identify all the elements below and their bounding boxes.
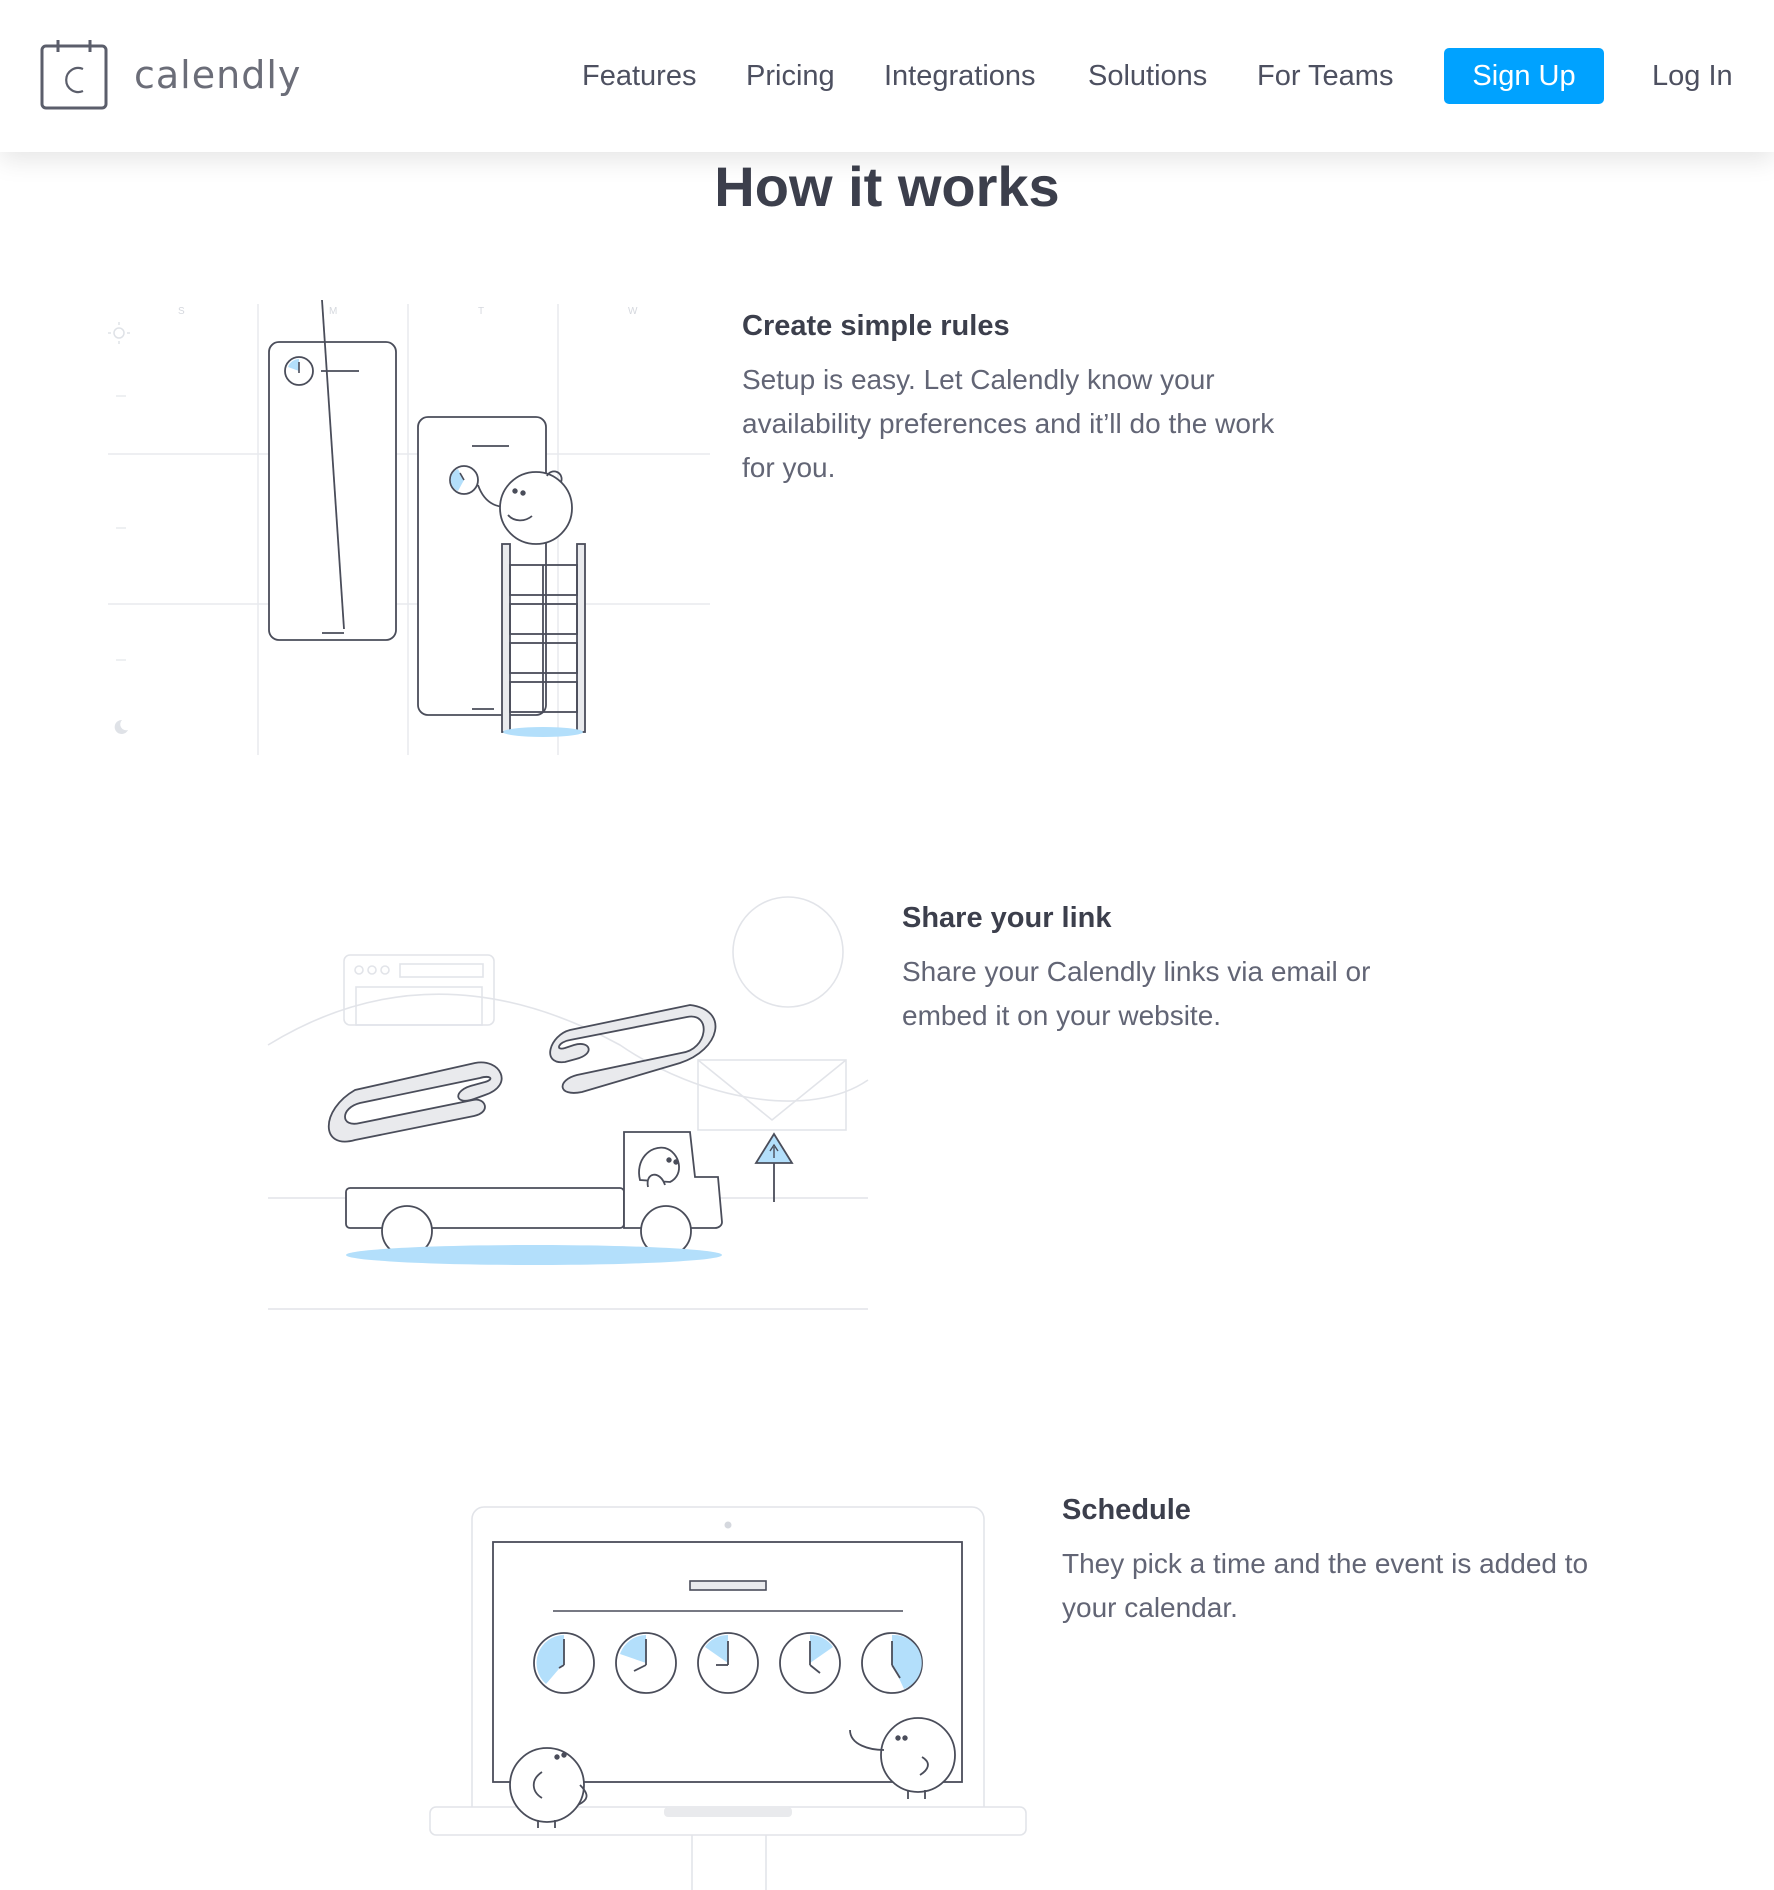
ladder-shadow: [503, 727, 583, 737]
schedule-illustration: [429, 1506, 1027, 1890]
weekday-label: W: [628, 306, 638, 317]
weekday-label: S: [178, 306, 185, 317]
phone-outline: [268, 300, 397, 641]
sun-icon: [108, 322, 130, 344]
section-title: How it works: [714, 155, 1060, 218]
step-heading: Share your link: [902, 902, 1112, 934]
clock-icon: [861, 1632, 923, 1694]
share-link-illustration: [267, 896, 869, 1310]
step-schedule: Schedule They pick a time and the event …: [1062, 1490, 1622, 1630]
top-navigation-bar: calendly Features Pricing Integrations S…: [0, 0, 1774, 152]
clock-icon: [615, 1632, 677, 1694]
clock-icon: [533, 1632, 595, 1694]
clock-icon: [697, 1632, 759, 1694]
truck-shadow: [346, 1245, 722, 1265]
nav-integrations-link[interactable]: Integrations: [884, 48, 1036, 104]
nav-solutions-link[interactable]: Solutions: [1088, 48, 1207, 104]
delivery-truck: [345, 1131, 723, 1257]
calendar-grid: [108, 304, 710, 755]
create-rules-illustration: S M T W: [108, 300, 710, 755]
step-description: They pick a time and the event is added …: [1062, 1548, 1589, 1623]
step-description: Share your Calendly links via email or e…: [902, 956, 1371, 1031]
step-heading: Create simple rules: [742, 310, 1010, 342]
nav-for-teams-link[interactable]: For Teams: [1257, 48, 1393, 104]
moon-icon: [114, 719, 128, 734]
step-description: Setup is easy. Let Calendly know your av…: [742, 364, 1275, 483]
step-share-link: Share your link Share your Calendly link…: [902, 898, 1462, 1038]
sign-up-button[interactable]: Sign Up: [1444, 48, 1604, 104]
nav-pricing-link[interactable]: Pricing: [746, 48, 835, 104]
road-sign: [754, 1132, 794, 1202]
nav-features-link[interactable]: Features: [582, 48, 696, 104]
log-in-link[interactable]: Log In: [1652, 48, 1733, 104]
weekday-label: M: [329, 306, 337, 317]
phone-outline: [417, 416, 547, 716]
clock-icon: [779, 1632, 841, 1694]
weekday-label: T: [478, 306, 484, 317]
step-create-rules: Create simple rules Setup is easy. Let C…: [742, 306, 1302, 490]
laptop: [429, 1506, 1027, 1890]
step-heading: Schedule: [1062, 1494, 1191, 1526]
